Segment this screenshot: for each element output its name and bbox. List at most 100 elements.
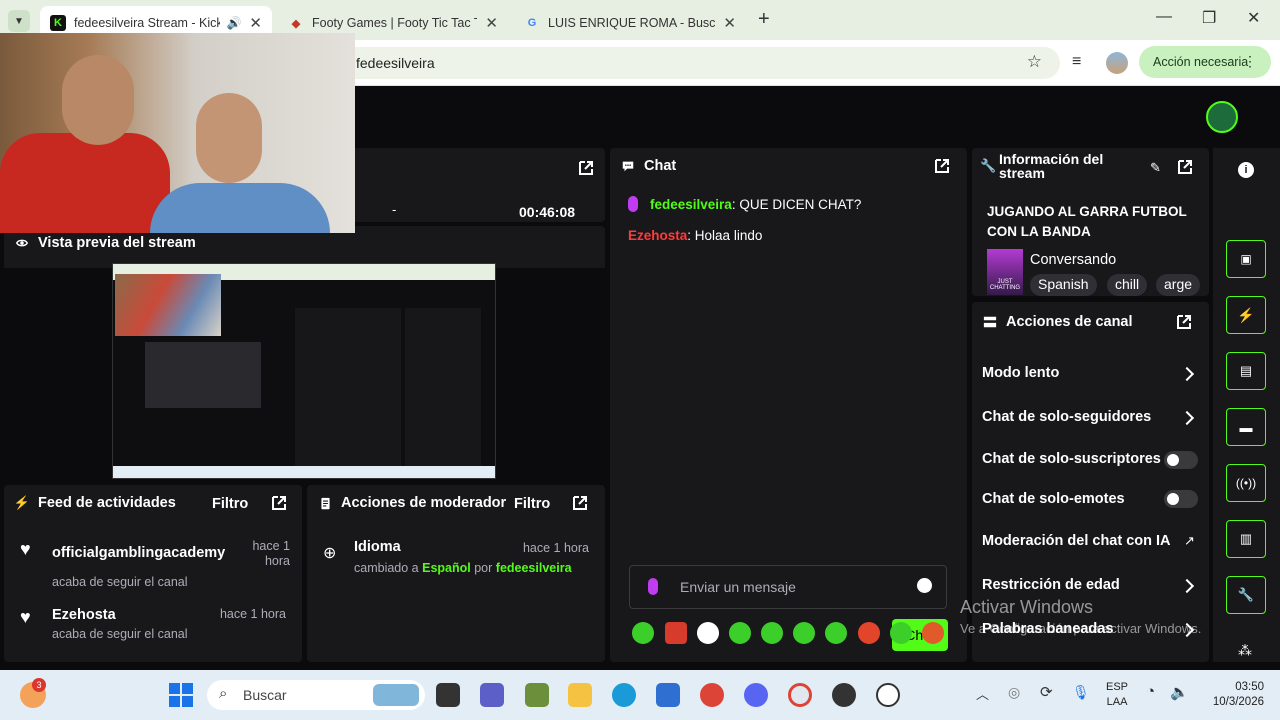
emoji-icon[interactable] xyxy=(917,578,932,593)
chat-toggle-button[interactable]: ▬ xyxy=(1226,408,1266,446)
channel-action-age-restriction[interactable]: Restricción de edad xyxy=(972,573,1209,599)
tab-title: Footy Games | Footy Tic Tac Toe xyxy=(312,16,478,30)
popout-icon[interactable] xyxy=(270,494,288,512)
more-dots-icon[interactable]: ⁂ xyxy=(1238,642,1252,659)
speaker-icon[interactable]: 🔊 xyxy=(226,16,241,30)
chat-input[interactable]: Enviar un mensaje xyxy=(629,565,947,609)
emote-icon[interactable] xyxy=(632,622,654,644)
bookmark-star-icon[interactable]: ☆ xyxy=(1027,52,1042,72)
search-icon: ⌕ xyxy=(219,685,228,702)
mod-filter-button[interactable]: Filtro xyxy=(514,496,550,512)
emote-icon[interactable] xyxy=(729,622,751,644)
tab-google-search[interactable]: G LUIS ENRIQUE ROMA - Buscar c ✕ xyxy=(514,6,746,40)
minimize-icon[interactable]: — xyxy=(1156,8,1172,26)
popout-icon[interactable] xyxy=(571,494,589,512)
preview-chat-region xyxy=(295,308,401,468)
close-tab-icon[interactable]: ✕ xyxy=(485,14,498,32)
tray-app-icon[interactable]: ◎ xyxy=(1008,684,1020,701)
category-name[interactable]: Conversando xyxy=(1030,252,1116,268)
edit-pencil-icon[interactable]: ✎ xyxy=(1150,160,1161,176)
emote-icon[interactable] xyxy=(793,622,815,644)
subscribers-only-toggle[interactable] xyxy=(1164,451,1198,469)
teams-icon[interactable] xyxy=(480,683,504,707)
popout-icon[interactable] xyxy=(933,157,951,175)
stream-preview-video[interactable] xyxy=(112,263,496,479)
mic-icon[interactable] xyxy=(648,578,658,595)
settings-wrench-button[interactable]: 🔧 xyxy=(1226,576,1266,614)
popout-icon[interactable] xyxy=(1175,313,1193,331)
emotes-only-toggle[interactable] xyxy=(1164,490,1198,508)
emote-icon[interactable] xyxy=(665,622,687,644)
popout-icon[interactable] xyxy=(1176,158,1194,176)
channel-action-subscribers-only: Chat de solo-suscriptores xyxy=(972,447,1209,473)
tag-chip[interactable]: chill xyxy=(1107,274,1148,296)
clock[interactable]: 03:50 10/3/2026 xyxy=(1200,680,1264,710)
volume-icon[interactable]: 🔈 xyxy=(1170,683,1189,701)
chat-username[interactable]: Ezehosta xyxy=(628,228,687,243)
channel-action-slow-mode[interactable]: Modo lento xyxy=(972,361,1209,387)
action-needed-button[interactable]: Acción necesaria ⋮ xyxy=(1139,46,1271,78)
more-menu-icon[interactable]: ⋮ xyxy=(1243,53,1257,70)
heart-icon: ♥ xyxy=(20,607,31,627)
mod-action-user[interactable]: fedeesilveira xyxy=(496,561,572,575)
edge-icon[interactable] xyxy=(612,683,636,707)
tag-chip[interactable]: arge xyxy=(1156,274,1201,296)
language-indicator[interactable]: ESP LAA xyxy=(1106,680,1128,710)
tag-chip[interactable]: Spanish xyxy=(1030,274,1097,296)
channel-action-label: Modo lento xyxy=(982,365,1060,381)
screenshot-button[interactable]: ▣ xyxy=(1226,240,1266,278)
close-tab-icon[interactable]: ✕ xyxy=(723,14,736,32)
address-bar[interactable]: fedeesilveira ☆ xyxy=(340,47,1060,79)
mod-action-by: por xyxy=(474,561,493,575)
start-button-icon[interactable] xyxy=(169,683,193,707)
user-avatar[interactable] xyxy=(1206,101,1238,133)
obs-icon[interactable] xyxy=(832,683,856,707)
task-view-icon[interactable] xyxy=(436,683,460,707)
new-tab-icon[interactable]: + xyxy=(758,8,770,31)
emote-icon[interactable] xyxy=(890,622,912,644)
store-icon[interactable] xyxy=(656,683,680,707)
quick-actions-button[interactable]: ⚡ xyxy=(1226,296,1266,334)
tab-search-dropdown-icon[interactable]: ▼ xyxy=(8,10,30,32)
wifi-icon[interactable]: ◔ xyxy=(1146,683,1155,700)
restore-icon[interactable]: ❐ xyxy=(1202,8,1216,28)
app-icon[interactable] xyxy=(525,683,549,707)
mod-log-button[interactable]: ▤ xyxy=(1226,352,1266,390)
sync-icon[interactable]: ⟳ xyxy=(1040,683,1053,701)
media-controls-icon[interactable]: ≡ xyxy=(1072,53,1081,71)
chat-username[interactable]: fedeesilveira xyxy=(650,197,732,212)
football-game-icon[interactable] xyxy=(876,683,900,707)
file-explorer-icon[interactable] xyxy=(568,683,592,707)
address-text: fedeesilveira xyxy=(356,55,435,71)
microphone-icon[interactable]: 🎙 xyxy=(1072,684,1090,701)
emote-icon[interactable] xyxy=(922,622,944,644)
chrome-icon[interactable] xyxy=(700,683,724,707)
channel-action-label: Restricción de edad xyxy=(982,577,1120,593)
profile-avatar[interactable] xyxy=(1106,52,1128,74)
activity-user: Ezehosta xyxy=(52,607,116,623)
activity-filter-button[interactable]: Filtro xyxy=(212,496,248,512)
broadcast-icon: ((•)) xyxy=(1235,476,1257,490)
channel-action-followers-only[interactable]: Chat de solo-seguidores xyxy=(972,405,1209,431)
list-item: ♥ officialgamblingacademy hace 1 hora ac… xyxy=(4,537,302,589)
emote-icon[interactable] xyxy=(825,622,847,644)
chrome-active-icon[interactable] xyxy=(788,683,812,707)
emote-icon[interactable] xyxy=(858,622,880,644)
mod-actions-panel: Acciones de moderador Filtro ⊕ Idioma ha… xyxy=(307,485,605,662)
emote-icon[interactable] xyxy=(697,622,719,644)
emote-icon[interactable] xyxy=(761,622,783,644)
info-icon[interactable]: i xyxy=(1238,162,1254,178)
channel-actions-button[interactable]: ▥ xyxy=(1226,520,1266,558)
category-art-text: JUST CHATTING xyxy=(989,279,1021,291)
taskbar-search[interactable]: ⌕ Buscar xyxy=(207,680,425,710)
chat-text: Holaa lindo xyxy=(694,228,763,243)
discord-icon[interactable] xyxy=(744,683,768,707)
close-tab-icon[interactable]: ✕ xyxy=(249,14,262,32)
channel-action-ai-moderation[interactable]: Moderación del chat con IA ↗ xyxy=(972,529,1209,555)
activity-time: hace 1 hora xyxy=(252,539,290,568)
tray-chevron-icon[interactable]: ︿ xyxy=(976,684,989,703)
broadcast-button[interactable]: ((•)) xyxy=(1226,464,1266,502)
popout-icon[interactable] xyxy=(577,159,595,177)
close-window-icon[interactable]: ✕ xyxy=(1247,8,1260,28)
camera-icon: ▣ xyxy=(1240,252,1252,266)
